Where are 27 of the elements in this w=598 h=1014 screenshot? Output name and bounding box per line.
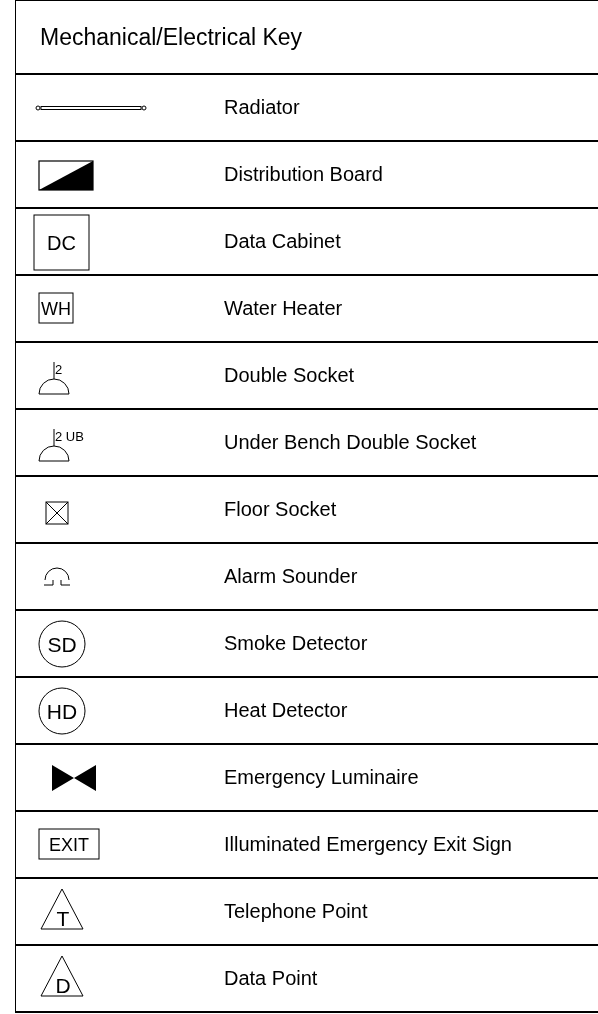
- radiator-symbol-icon: [35, 105, 147, 110]
- bowtie-icon: [52, 764, 96, 791]
- key-label: Telephone Point: [224, 900, 368, 923]
- half-filled-rectangle-icon: [38, 159, 94, 191]
- key-label: Emergency Luminaire: [224, 766, 419, 789]
- key-label: Smoke Detector: [224, 632, 368, 655]
- lettered-triangle-symbol: T: [40, 888, 84, 930]
- key-label: Radiator: [224, 96, 300, 119]
- key-label: Data Point: [224, 967, 318, 990]
- circled-letters-symbol: SD: [38, 620, 86, 667]
- key-label: Illuminated Emergency Exit Sign: [224, 833, 512, 856]
- key-label: Under Bench Double Socket: [224, 431, 477, 454]
- circled-letters-symbol: HD: [38, 687, 86, 734]
- crossed-square-icon: [45, 501, 69, 524]
- lettered-triangle-symbol: D: [40, 955, 84, 997]
- key-label: Water Heater: [224, 297, 343, 320]
- sounder-symbol-icon: [43, 567, 71, 585]
- boxed-letters-symbol: EXIT: [38, 828, 100, 859]
- boxed-letters-symbol: WH: [38, 292, 74, 323]
- key-label: Data Cabinet: [224, 230, 341, 253]
- table-title: Mechanical/Electrical Key: [16, 1, 598, 75]
- key-label: Double Socket: [224, 364, 355, 387]
- key-label: Distribution Board: [224, 163, 383, 186]
- key-label: Alarm Sounder: [224, 565, 358, 588]
- key-label: Heat Detector: [224, 699, 348, 722]
- boxed-letters-symbol: DC: [33, 214, 90, 270]
- key-label: Floor Socket: [224, 498, 337, 521]
